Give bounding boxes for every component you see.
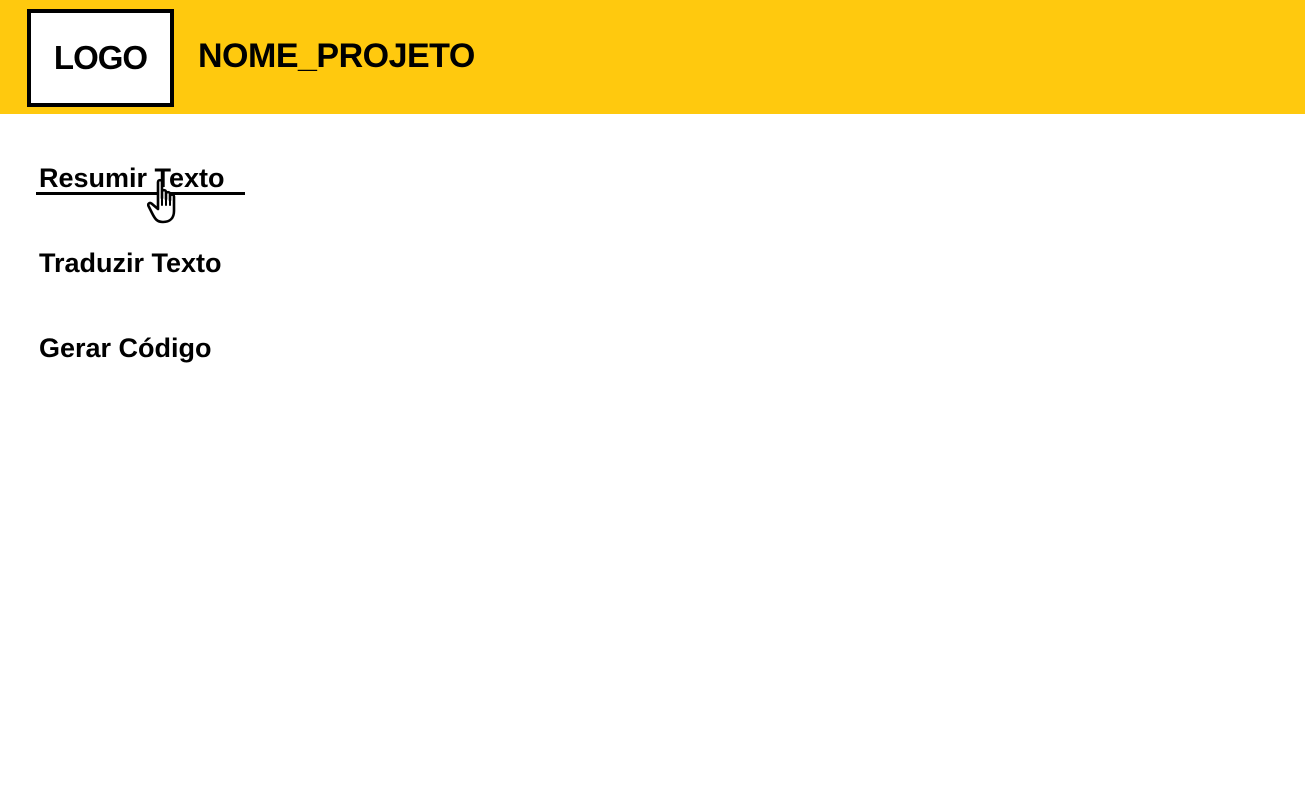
- menu-item-label: Gerar Código: [39, 333, 212, 363]
- active-underline: [36, 192, 245, 195]
- menu-item-label: Traduzir Texto: [39, 248, 222, 278]
- top-header: LOGO NOME_PROJETO: [0, 0, 1305, 114]
- menu-item-traduzir-texto[interactable]: Traduzir Texto: [39, 246, 225, 280]
- nav-menu: Resumir Texto Traduzir Texto Gerar Códig…: [36, 161, 245, 416]
- menu-item-label: Resumir Texto: [39, 163, 225, 193]
- project-title: NOME_PROJETO: [198, 37, 475, 75]
- menu-item-gerar-codigo[interactable]: Gerar Código: [39, 331, 225, 365]
- logo[interactable]: LOGO: [27, 9, 174, 107]
- menu-item-resumir-texto[interactable]: Resumir Texto: [36, 161, 245, 224]
- logo-label: LOGO: [53, 39, 148, 76]
